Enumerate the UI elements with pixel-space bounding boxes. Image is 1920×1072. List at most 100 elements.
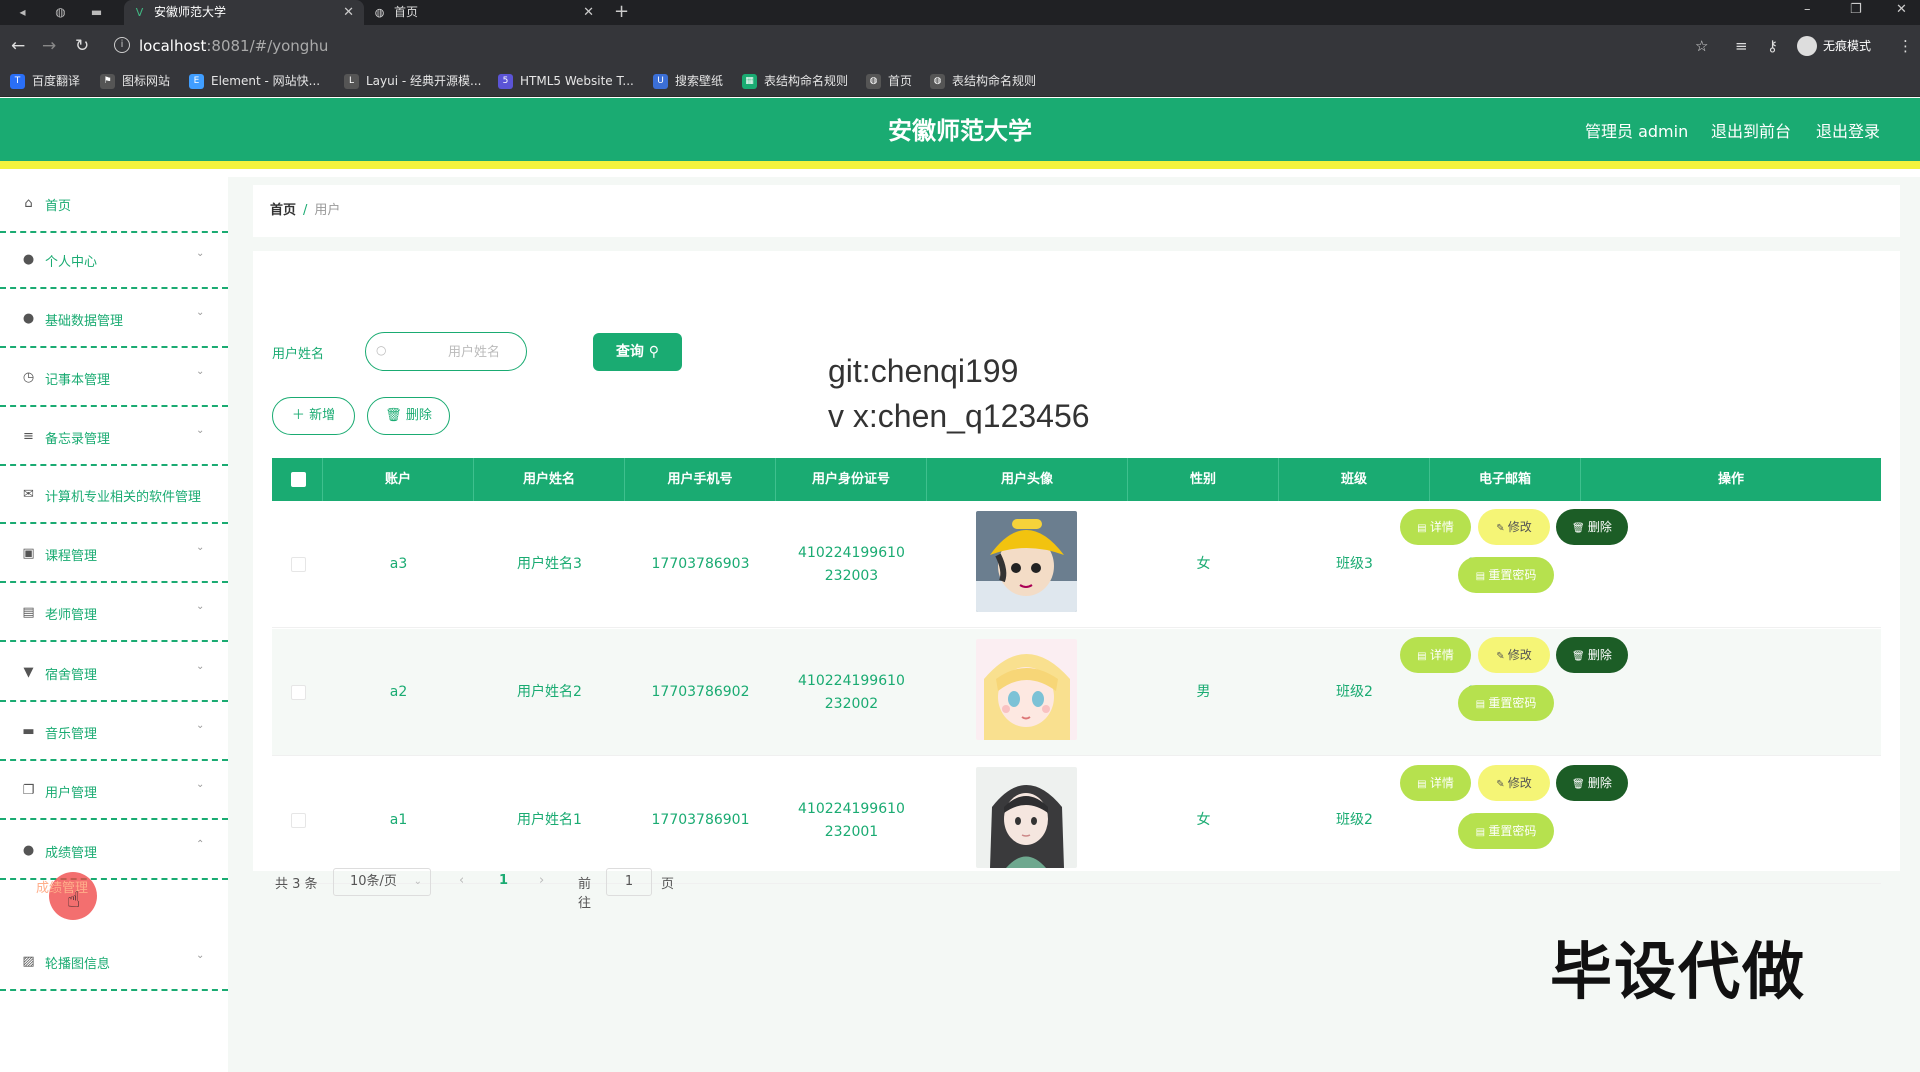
cell-value: a2	[389, 684, 408, 700]
window-icon[interactable]: ▬	[88, 4, 105, 21]
button-label: 修改	[1507, 648, 1532, 662]
sidebar-item-label: 个人中心	[45, 255, 98, 270]
button-label: 删除	[1587, 648, 1612, 662]
clock-icon: ◷	[22, 370, 35, 385]
minimize-icon[interactable]: –	[1804, 0, 1811, 20]
cell-value: 女	[1196, 812, 1211, 828]
sidebar-item[interactable]: ▣ 课程管理 ⌄	[0, 527, 228, 583]
add-button[interactable]: ＋ 新增	[272, 397, 355, 435]
cell-value: 用户姓名1	[517, 812, 582, 828]
copy-icon: ❐	[22, 783, 35, 798]
tab-active[interactable]: V 安徽师范大学 ✕	[124, 0, 364, 25]
app-header: 安徽师范大学 管理员 admin 退出到前台 退出登录	[0, 98, 1920, 169]
close-icon[interactable]: ✕	[583, 0, 594, 25]
delete-button[interactable]: 🗑 删除	[1556, 509, 1628, 545]
edit-button[interactable]: ✎ 修改	[1478, 509, 1550, 545]
back-to-front-link[interactable]: 退出到前台	[1711, 122, 1791, 142]
sidebar-item[interactable]: ⌂ 首页	[0, 177, 228, 233]
sidebar-item[interactable]: ● 个人中心 ⌄	[0, 233, 228, 289]
url-field[interactable]: localhost:8081/#/yonghu	[139, 36, 328, 56]
cell-value: 班级3	[1336, 556, 1373, 572]
select-all-checkbox[interactable]	[291, 472, 306, 487]
bookmark[interactable]: ◍ 首页	[866, 71, 912, 91]
goto-page-input[interactable]: 1	[606, 868, 652, 896]
reload-icon[interactable]: ↻	[75, 36, 89, 56]
restore-icon[interactable]: ❐	[1850, 0, 1862, 20]
reset-password-button[interactable]: ▤ 重置密码	[1458, 685, 1554, 721]
sidebar-item[interactable]: ▬ 音乐管理 ⌄	[0, 705, 228, 761]
bookmark[interactable]: ▦ 表结构命名规则	[742, 71, 848, 91]
trash-icon: 🗑	[385, 408, 402, 423]
prev-page-icon[interactable]: ‹	[459, 873, 464, 888]
bookmark[interactable]: 5 HTML5 Website T...	[498, 71, 634, 91]
detail-button[interactable]: ▤ 详情	[1400, 765, 1471, 801]
button-label: 重置密码	[1488, 696, 1537, 710]
sidebar-item[interactable]: ● 成绩管理 ⌃	[0, 824, 228, 880]
user-avatar[interactable]	[976, 639, 1077, 740]
sidebar-item[interactable]: ▤ 老师管理 ⌄	[0, 586, 228, 642]
delete-button[interactable]: 🗑 删除	[1556, 637, 1628, 673]
batch-delete-button[interactable]: 🗑 删除	[367, 397, 450, 435]
tab-home[interactable]: ◍ 首页 ✕	[364, 0, 604, 25]
page-number[interactable]: 1	[499, 873, 508, 888]
row-checkbox[interactable]	[291, 685, 306, 700]
star-icon[interactable]: ☆	[1695, 37, 1708, 55]
menu-icon[interactable]: ⋮	[1898, 37, 1913, 55]
cell-value: 用户姓名2	[517, 684, 582, 700]
sidebar-item[interactable]: ≡ 备忘录管理 ⌄	[0, 410, 228, 466]
info-icon[interactable]: i	[114, 37, 130, 53]
bookmark[interactable]: E Element - 网站快...	[189, 71, 320, 91]
name-search-input[interactable]	[394, 342, 518, 362]
row-checkbox[interactable]	[291, 813, 306, 828]
user-avatar[interactable]	[976, 511, 1077, 612]
delete-button[interactable]: 🗑 删除	[1556, 765, 1628, 801]
reset-password-button[interactable]: ▤ 重置密码	[1458, 813, 1554, 849]
detail-button[interactable]: ▤ 详情	[1400, 509, 1471, 545]
bookmark[interactable]: U 搜索壁纸	[653, 71, 723, 91]
bookmark[interactable]: ◍ 表结构命名规则	[930, 71, 1036, 91]
page-size-select[interactable]: 10条/页 ⌄	[333, 868, 431, 896]
back-icon[interactable]: ←	[11, 36, 25, 56]
incognito-profile[interactable]: 无痕模式	[1797, 35, 1871, 57]
detail-button[interactable]: ▤ 详情	[1400, 637, 1471, 673]
sidebar-item[interactable]: ◷ 记事本管理 ⌄	[0, 351, 228, 407]
edit-button[interactable]: ✎ 修改	[1478, 765, 1550, 801]
sidebar-item-label: 计算机专业相关的软件管理	[45, 490, 202, 505]
new-tab-icon[interactable]: +	[614, 0, 629, 24]
header-stripe	[0, 161, 1920, 169]
window-close-icon[interactable]: ✕	[1896, 0, 1907, 20]
sidebar-item[interactable]: ✉ 计算机专业相关的软件管理	[0, 468, 228, 524]
bookmark[interactable]: T 百度翻译	[10, 71, 80, 91]
bookmark[interactable]: ⚑ 图标网站	[100, 71, 170, 91]
row-checkbox[interactable]	[291, 557, 306, 572]
globe-icon[interactable]: ◍	[52, 4, 69, 21]
logout-link[interactable]: 退出登录	[1816, 122, 1880, 142]
close-icon[interactable]: ✕	[343, 0, 354, 25]
forward-icon[interactable]: →	[42, 36, 56, 56]
bookmark[interactable]: L Layui - 经典开源模...	[344, 71, 481, 91]
sidebar-item[interactable]: ▨ 轮播图信息 ⌄	[0, 935, 228, 991]
reset-password-button[interactable]: ▤ 重置密码	[1458, 557, 1554, 593]
search-field[interactable]: ○	[365, 332, 527, 371]
cell-value: 用户姓名3	[517, 556, 582, 572]
breadcrumb-home[interactable]: 首页	[270, 203, 296, 218]
query-button[interactable]: 查询 ⚲	[593, 333, 682, 371]
sidebar-item-label: 基础数据管理	[45, 314, 124, 329]
bookmarks-bar: T 百度翻译 ⚑ 图标网站 E Element - 网站快... L Layui - 经…	[0, 67, 1920, 97]
user-avatar[interactable]	[976, 767, 1077, 868]
cell-phone: 17703786902	[625, 629, 776, 756]
speaker-icon[interactable]: ◂	[14, 4, 31, 21]
edit-button[interactable]: ✎ 修改	[1478, 637, 1550, 673]
sidebar-item[interactable]: ● 基础数据管理 ⌄	[0, 292, 228, 348]
chevron-down-icon: ⌄	[196, 248, 205, 259]
element-icon: E	[189, 74, 204, 89]
sidebar-item[interactable]: ❐ 用户管理 ⌄	[0, 764, 228, 820]
delete-label: 删除	[405, 408, 432, 423]
table-row: a3 用户姓名3 17703786903 410224199610232003 女 班级3…	[272, 501, 1881, 628]
sidebar-item[interactable]: ▼ 宿舍管理 ⌄	[0, 646, 228, 702]
column-header: 电子邮箱	[1430, 458, 1581, 501]
cell-value: 班级2	[1336, 684, 1373, 700]
next-page-icon[interactable]: ›	[539, 873, 544, 888]
key-icon[interactable]: ⚷	[1767, 37, 1778, 55]
reading-list-icon[interactable]: ≡	[1735, 37, 1748, 55]
